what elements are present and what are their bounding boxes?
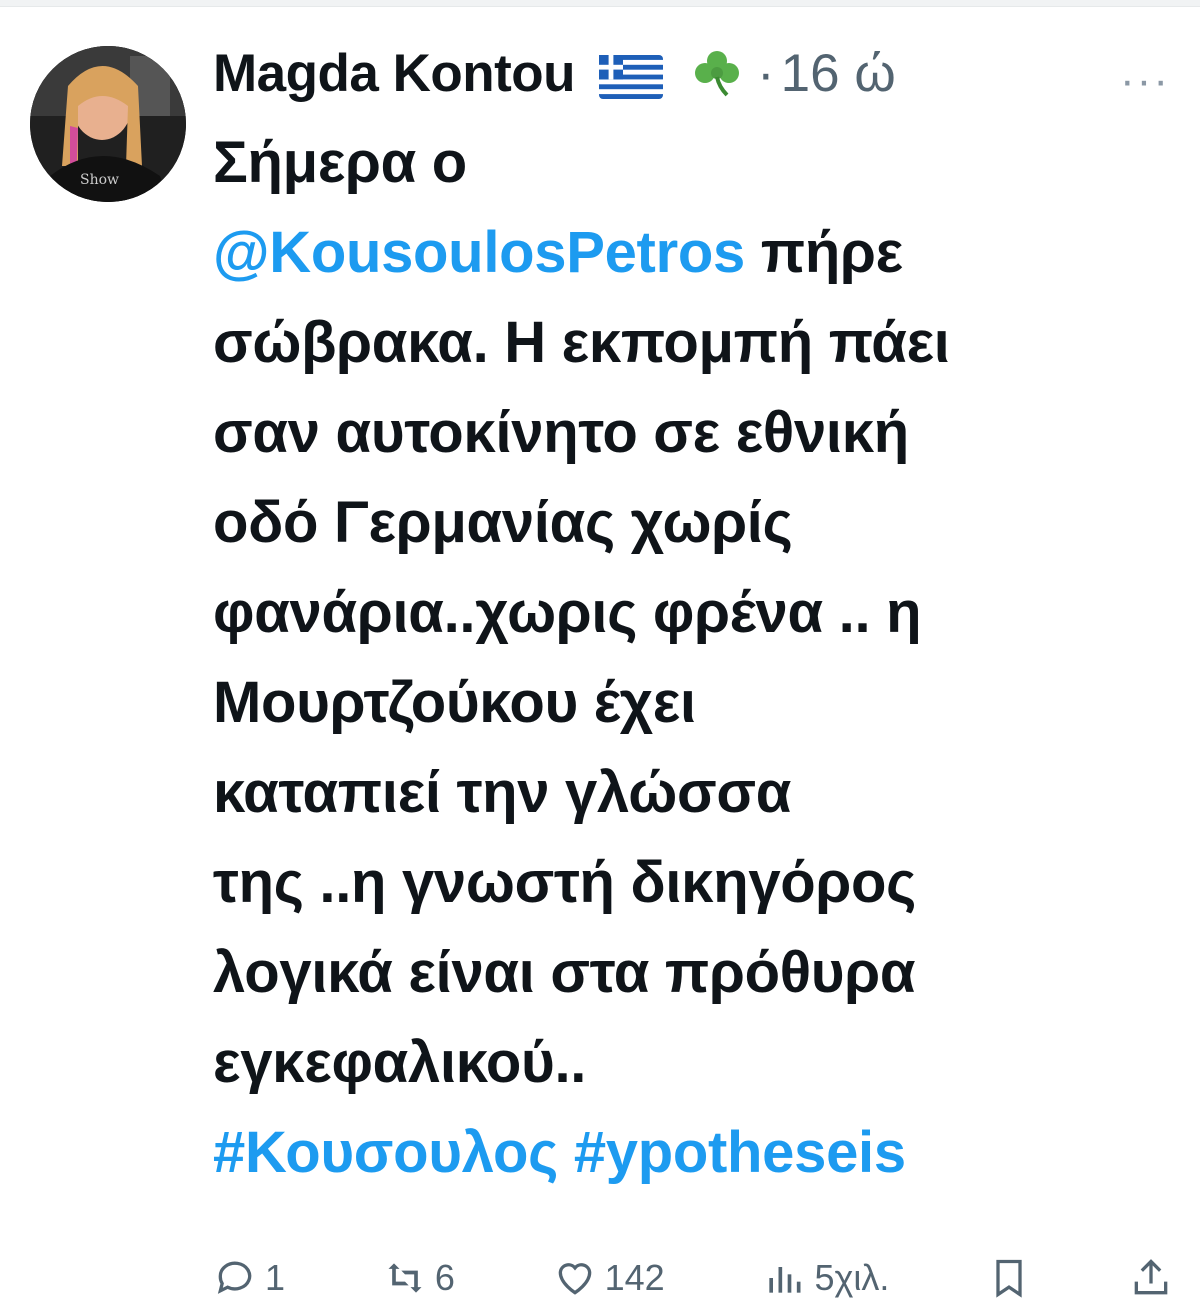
action-bar: 1 6 142 5χιλ. <box>213 1256 1173 1298</box>
avatar[interactable]: Show <box>30 46 186 202</box>
tweet[interactable]: Magda Kontou · 16 ώ Σήμερα ο @KousoulosP… <box>213 40 1173 1198</box>
separator-dot: · <box>757 43 775 103</box>
author-name[interactable]: Magda Kontou <box>213 43 576 104</box>
heart-icon <box>558 1263 591 1295</box>
text-line: οδό Γερμανίας χωρίς <box>213 490 793 555</box>
retweet-icon <box>388 1263 422 1293</box>
text-line: Μουρτζούκου έχει <box>213 670 696 735</box>
share-button[interactable] <box>1129 1256 1173 1300</box>
like-button[interactable]: 142 <box>553 1256 665 1300</box>
text-line: της ..η γνωστή δικηγόρος <box>213 850 916 915</box>
text-line: εγκεφαλικού.. <box>213 1030 587 1095</box>
svg-text:Show: Show <box>80 172 119 188</box>
text-line: φανάρια..χωρις φρένα .. η <box>213 580 922 645</box>
share-icon <box>1134 1259 1168 1295</box>
more-options-button[interactable]: ··· <box>1120 56 1170 106</box>
text-line: σώβρακα. Η εκπομπή πάει <box>213 310 950 375</box>
reply-button[interactable]: 1 <box>213 1256 285 1300</box>
shamrock-icon <box>693 49 741 97</box>
reply-icon <box>217 1261 252 1294</box>
retweet-button[interactable]: 6 <box>383 1256 455 1300</box>
bookmark-icon <box>996 1259 1022 1298</box>
hashtag-line: #Κουσουλος #ypotheseis <box>213 1108 1173 1198</box>
greece-flag-icon <box>599 51 663 99</box>
hashtag-link[interactable]: #Κουσουλος <box>213 1120 558 1185</box>
views-count: 5χιλ. <box>814 1257 890 1298</box>
like-count: 142 <box>604 1257 665 1298</box>
views-button[interactable]: 5χιλ. <box>762 1256 889 1300</box>
text-fragment: πήρε <box>760 220 903 285</box>
reply-count: 1 <box>265 1257 286 1298</box>
tweet-text: Σήμερα ο @KousoulosPetros πήρε σώβρακα. … <box>213 118 1173 1198</box>
text-line: καταπιεί την γλώσσα <box>213 760 792 825</box>
top-divider <box>0 0 1200 7</box>
views-icon <box>769 1267 801 1293</box>
text-line: @KousoulosPetros πήρε <box>213 208 1173 298</box>
text-line: λογικά είναι στα πρόθυρα <box>213 940 916 1005</box>
tweet-header: Magda Kontou · 16 ώ <box>213 40 1173 106</box>
bookmark-button[interactable] <box>987 1256 1031 1300</box>
timestamp[interactable]: 16 ώ <box>781 43 896 104</box>
text-line: σαν αυτοκίνητο σε εθνική <box>213 400 909 465</box>
text-line: Σήμερα ο <box>213 130 467 195</box>
retweet-count: 6 <box>434 1257 455 1298</box>
mention-link[interactable]: @KousoulosPetros <box>213 220 745 285</box>
hashtag-link[interactable]: #ypotheseis <box>574 1120 906 1185</box>
